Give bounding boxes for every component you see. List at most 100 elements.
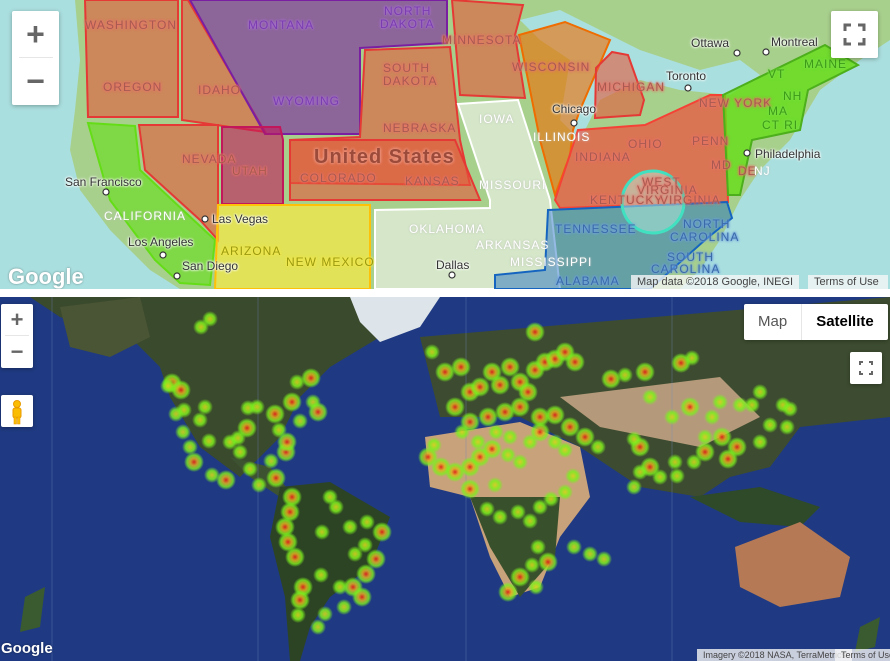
heatmap-point: [779, 419, 795, 435]
heatmap-point: [752, 384, 768, 400]
fullscreen-icon: [859, 361, 873, 375]
heatmap-point: [626, 431, 642, 447]
us-states-map[interactable]: WASHINGTON OREGON IDAHO MONTANA NORTH DAKOTA S…: [0, 0, 890, 289]
state-label: MISSOURI: [479, 178, 547, 192]
zoom-control: + −: [12, 11, 59, 105]
state-label: MA: [768, 104, 788, 118]
map-type-satellite-button[interactable]: Satellite: [802, 304, 888, 340]
state-label: PENN: [692, 134, 730, 148]
zoom-control: + −: [1, 304, 33, 368]
state-label: VIRGINIA: [660, 193, 721, 207]
heatmap-point: [184, 452, 204, 472]
heatmap-point: [488, 424, 504, 440]
state-label: CALIFORNIA: [104, 209, 187, 223]
map-type-control: Map Satellite: [744, 304, 888, 340]
city-label: Ottawa: [691, 36, 730, 50]
heatmap-point: [251, 477, 267, 493]
heatmap-point: [332, 579, 348, 595]
heatmap-point: [684, 350, 700, 366]
street-view-pegman-button[interactable]: [1, 395, 33, 427]
state-label: IOWA: [479, 112, 515, 126]
state-label: OREGON: [103, 80, 163, 94]
terms-of-use-link[interactable]: Terms of Use: [808, 275, 888, 289]
heatmap-point: [285, 547, 305, 567]
heatmap-point: [525, 322, 545, 342]
heatmap-point: [635, 362, 655, 382]
state-label: WISCONSIN: [512, 60, 591, 74]
heatmap-point: [632, 464, 648, 480]
heatmap-point: [168, 406, 184, 422]
zoom-in-button[interactable]: +: [1, 304, 33, 335]
zoom-out-button[interactable]: −: [12, 58, 59, 105]
heatmap-point: [557, 442, 573, 458]
map-type-map-button[interactable]: Map: [744, 304, 803, 340]
heatmap-point: [290, 607, 306, 623]
country-label: United States: [314, 146, 455, 168]
fullscreen-button[interactable]: [850, 352, 882, 384]
state-label: MD: [711, 158, 732, 172]
heatmap-point: [282, 392, 302, 412]
city-marker-ottawa: [733, 49, 741, 57]
heatmap-point: [313, 567, 329, 583]
zoom-out-button[interactable]: −: [1, 336, 33, 368]
state-label: NEVADA: [182, 152, 237, 166]
state-label: MINNESOTA: [442, 33, 522, 47]
city-label: San Francisco: [65, 175, 142, 189]
heatmap-point: [686, 454, 702, 470]
heatmap-point: [249, 399, 265, 415]
city-marker-philadelphia: [743, 149, 751, 157]
heatmap-point: [366, 549, 386, 569]
state-label: NH: [783, 89, 803, 103]
state-label: WASHINGTON: [85, 18, 178, 32]
heatmap-point: [336, 599, 352, 615]
state-label: ARIZONA: [221, 244, 282, 258]
fullscreen-button[interactable]: [831, 11, 878, 58]
heatmap-point: [652, 469, 668, 485]
heatmap-point: [308, 402, 328, 422]
zoom-in-button[interactable]: +: [12, 11, 59, 57]
city-marker-las-vegas: [201, 215, 209, 223]
city-label: Chicago: [552, 102, 597, 116]
state-label: MAINE: [804, 57, 848, 71]
state-label: OHIO: [628, 137, 663, 151]
heatmap-point: [352, 587, 372, 607]
heatmap-point: [230, 430, 246, 446]
pegman-icon: [12, 400, 22, 425]
state-label: DAKOTA: [383, 74, 438, 88]
heatmap-point: [565, 468, 581, 484]
heatmap-point: [359, 514, 375, 530]
heatmap-point: [762, 417, 778, 433]
state-label: MONTANA: [248, 18, 315, 32]
satellite-canvas[interactable]: [0, 297, 890, 661]
heatmap-point: [582, 546, 598, 562]
state-label: TENNESSEE: [555, 222, 637, 236]
imagery-attribution: Imagery ©2018 NASA, TerraMetrics: [697, 649, 853, 661]
heatmap-point: [530, 539, 546, 555]
heatmap-point: [565, 352, 585, 372]
world-heatmap[interactable]: + − Map Satellite Google Imagery ©2018 N…: [0, 297, 890, 661]
state-label: MISSISSIPPI: [510, 255, 593, 269]
heatmap-point: [490, 375, 510, 395]
heatmap-point: [664, 409, 680, 425]
heatmap-point: [538, 552, 558, 572]
heatmap-point: [626, 479, 642, 495]
state-label: NEBRASKA: [383, 121, 457, 135]
heatmap-point: [175, 424, 191, 440]
heatmap-point: [596, 551, 612, 567]
city-marker-san-francisco: [102, 188, 110, 196]
state-label: NEW MEXICO: [286, 255, 375, 269]
state-label: IDAHO: [198, 83, 242, 97]
state-label: ALABAMA: [556, 274, 620, 288]
city-label: Philadelphia: [755, 147, 821, 161]
state-label: KANSAS: [405, 174, 460, 188]
state-label: SOUTH: [383, 61, 430, 75]
heatmap-point: [342, 519, 358, 535]
state-label: COLORADO: [300, 171, 377, 185]
heatmap-point: [242, 461, 258, 477]
heatmap-point: [712, 394, 728, 410]
heatmap-point: [487, 477, 503, 493]
state-label: INDIANA: [575, 150, 631, 164]
state-label: VT: [768, 67, 786, 81]
terms-of-use-link[interactable]: Terms of Use: [835, 649, 890, 661]
heatmap-point: [266, 468, 286, 488]
